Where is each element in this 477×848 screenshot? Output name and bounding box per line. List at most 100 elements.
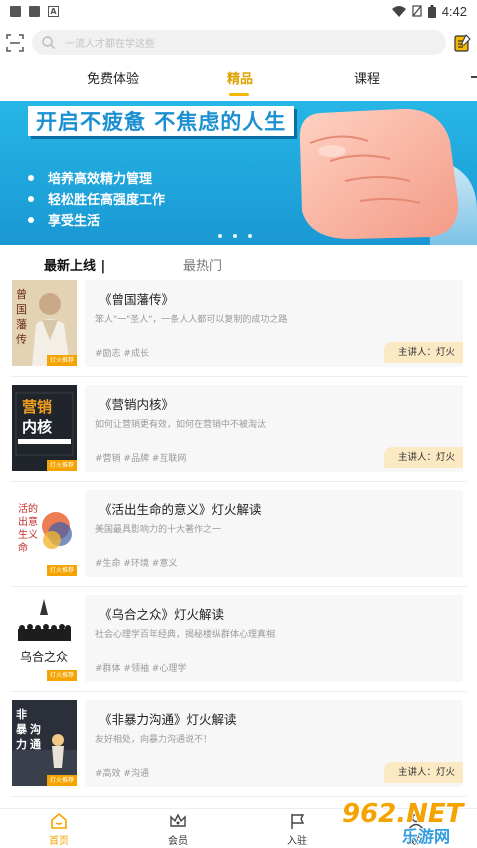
recommend-tag: 灯火推荐 <box>46 355 77 366</box>
cover-title-char: 非 <box>16 707 27 721</box>
divider <box>10 691 467 692</box>
banner-title: 开启不疲惫 不焦虑的人生 <box>36 110 287 134</box>
notes-icon[interactable] <box>452 33 472 53</box>
notification-icon <box>29 5 40 17</box>
course-title: 《营销内核》 <box>99 397 175 412</box>
banner-bullet-text: 轻松胜任高强度工作 <box>48 193 166 208</box>
cover-title-char: 命 <box>18 541 28 554</box>
course-card[interactable]: 《曾国藩传》 笨人"一"圣人"，一条人人都可以复制的成功之路 #励志 #成长 主… <box>85 280 463 367</box>
search-placeholder: 一流人才都在学这些 <box>65 39 155 50</box>
tab-hottest[interactable]: 最热门 <box>183 255 222 274</box>
cover-title-char: 藩 <box>16 318 27 331</box>
banner-bullet-list: 培养高效精力管理 轻松胜任高强度工作 享受生活 <box>28 167 165 230</box>
course-cover: 活的 出意 生义 命 灯火推荐 <box>12 490 77 576</box>
nav-membership[interactable]: 会员 <box>148 812 208 847</box>
banner-bullet: 享受生活 <box>28 209 165 230</box>
recommend-tag: 灯火推荐 <box>46 565 77 576</box>
recommend-tag: 灯火推荐 <box>46 460 77 471</box>
course-desc: 美国最具影响力的十大著作之一 <box>95 525 222 535</box>
nav-label: 会员 <box>168 836 188 847</box>
course-tags: #励志 #成长 <box>95 349 149 359</box>
category-tabs: 免费体验 精品 课程 <box>0 68 477 96</box>
crown-icon <box>170 813 186 827</box>
cover-title-char: 生义 <box>18 528 38 541</box>
banner-bullet: 培养高效精力管理 <box>28 167 165 188</box>
course-card[interactable]: 《活出生命的意义》灯火解读 美国最具影响力的十大著作之一 #生命 #环境 #意义 <box>85 490 463 577</box>
clock: 4:42 <box>441 3 467 19</box>
cover-title-text: 乌合之众 <box>20 649 68 664</box>
promo-banner[interactable]: 开启不疲惫 不焦虑的人生 培养高效精力管理 轻松胜任高强度工作 享受生活 <box>0 101 477 245</box>
course-title: 《活出生命的意义》灯火解读 <box>99 502 262 517</box>
course-cover: 乌合之众 灯火推荐 <box>12 595 77 681</box>
course-cover: 非 暴 力 沟 通 灯火推荐 <box>12 700 77 786</box>
fist-illustration <box>299 108 477 245</box>
course-cover: 曾 国 藩 传 灯火推荐 <box>12 280 77 366</box>
banner-bullet: 轻松胜任高强度工作 <box>28 188 165 209</box>
signal-off-icon <box>412 5 422 17</box>
lecturer-badge: 主讲人：灯火 <box>383 342 463 363</box>
divider <box>10 481 467 482</box>
cover-title-char: 国 <box>16 303 27 316</box>
divider <box>10 586 467 587</box>
nav-label: 入驻 <box>287 836 307 847</box>
notification-a-icon: A <box>48 5 59 17</box>
more-tabs-indicator <box>471 76 477 78</box>
course-item[interactable]: 乌合之众 灯火推荐 《乌合之众》灯火解读 社会心理学百年经典，揭秘楼纵群体心理真… <box>12 595 465 684</box>
tab-free-trial[interactable]: 免费体验 <box>87 68 139 87</box>
banner-bullet-text: 培养高效精力管理 <box>48 172 153 187</box>
carousel-dot[interactable] <box>233 234 237 238</box>
watermark-subtext: 乐游网 <box>402 827 450 846</box>
course-card[interactable]: 《营销内核》 如何让营销更有效，如何在营销中不被淘汰 #营销 #品牌 #互联网 … <box>85 385 463 472</box>
course-item[interactable]: 非 暴 力 沟 通 灯火推荐 《非暴力沟通》灯火解读 友好相处，向暴力沟通说不！… <box>12 700 465 789</box>
course-title: 《曾国藩传》 <box>99 292 175 307</box>
nav-join[interactable]: 入驻 <box>267 812 327 847</box>
carousel-dot[interactable] <box>248 234 252 238</box>
home-icon <box>51 812 67 829</box>
cover-title-char: 曾 <box>16 287 27 301</box>
course-item[interactable]: 活的 出意 生义 命 灯火推荐 《活出生命的意义》灯火解读 美国最具影响力的十大… <box>12 490 465 579</box>
active-tab-indicator <box>229 93 249 96</box>
lecturer-badge: 主讲人：灯火 <box>383 447 463 468</box>
course-title: 《乌合之众》灯火解读 <box>99 607 225 622</box>
list-section-tabs: 最新上线 | 最热门 <box>0 255 477 277</box>
search-icon <box>42 36 55 49</box>
banner-bullet-text: 享受生活 <box>48 214 101 229</box>
site-watermark-logo: 962.NET 乐游网 <box>341 798 466 846</box>
course-desc: 如何让营销更有效，如何在营销中不被淘汰 <box>95 420 267 430</box>
course-desc: 社会心理学百年经典，揭秘楼纵群体心理真相 <box>95 630 276 640</box>
course-tags: #生命 #环境 #意义 <box>95 559 178 569</box>
tab-courses[interactable]: 课程 <box>354 68 380 87</box>
course-tags: #营销 #品牌 #互联网 <box>95 454 187 464</box>
cover-title-char: 通 <box>30 738 41 751</box>
recommend-tag: 灯火推荐 <box>46 670 77 681</box>
watermark-text: 962.NET <box>342 799 466 829</box>
nav-label: 首页 <box>49 836 69 847</box>
course-desc: 笨人"一"圣人"，一条人人都可以复制的成功之路 <box>95 315 288 325</box>
search-row: 一流人才都在学这些 <box>0 30 477 56</box>
notification-icon <box>10 5 21 17</box>
tab-premium[interactable]: 精品 <box>227 68 253 87</box>
cover-title-text: 营销 <box>22 398 52 416</box>
course-item[interactable]: 曾 国 藩 传 灯火推荐 《曾国藩传》 笨人"一"圣人"，一条人人都可以复制的成… <box>12 280 465 369</box>
scan-icon[interactable] <box>6 34 24 52</box>
flag-icon <box>291 814 305 829</box>
tab-newest[interactable]: 最新上线 | <box>44 255 105 274</box>
course-card[interactable]: 《乌合之众》灯火解读 社会心理学百年经典，揭秘楼纵群体心理真相 #群体 #领袖 … <box>85 595 463 682</box>
lecturer-badge: 主讲人：灯火 <box>383 762 463 783</box>
course-title: 《非暴力沟通》灯火解读 <box>99 712 237 727</box>
nav-home[interactable]: 首页 <box>29 812 89 847</box>
course-desc: 友好相处，向暴力沟通说不！ <box>95 735 213 745</box>
cover-title-char: 活的 <box>18 502 38 515</box>
course-item[interactable]: 营销 内核 灯火推荐 《营销内核》 如何让营销更有效，如何在营销中不被淘汰 #营… <box>12 385 465 474</box>
cover-title-char: 出意 <box>18 515 38 528</box>
cover-title-text: 内核 <box>22 418 52 436</box>
carousel-dots[interactable] <box>218 234 252 238</box>
course-tags: #群体 #领袖 #心理学 <box>95 664 187 674</box>
course-card[interactable]: 《非暴力沟通》灯火解读 友好相处，向暴力沟通说不！ #高效 #沟通 主讲人：灯火 <box>85 700 463 787</box>
carousel-dot[interactable] <box>218 234 222 238</box>
battery-icon <box>427 4 436 18</box>
search-input[interactable]: 一流人才都在学这些 <box>32 30 446 55</box>
wifi-icon <box>391 5 406 17</box>
course-cover: 营销 内核 灯火推荐 <box>12 385 77 471</box>
banner-title-box: 开启不疲惫 不焦虑的人生 <box>28 106 295 136</box>
